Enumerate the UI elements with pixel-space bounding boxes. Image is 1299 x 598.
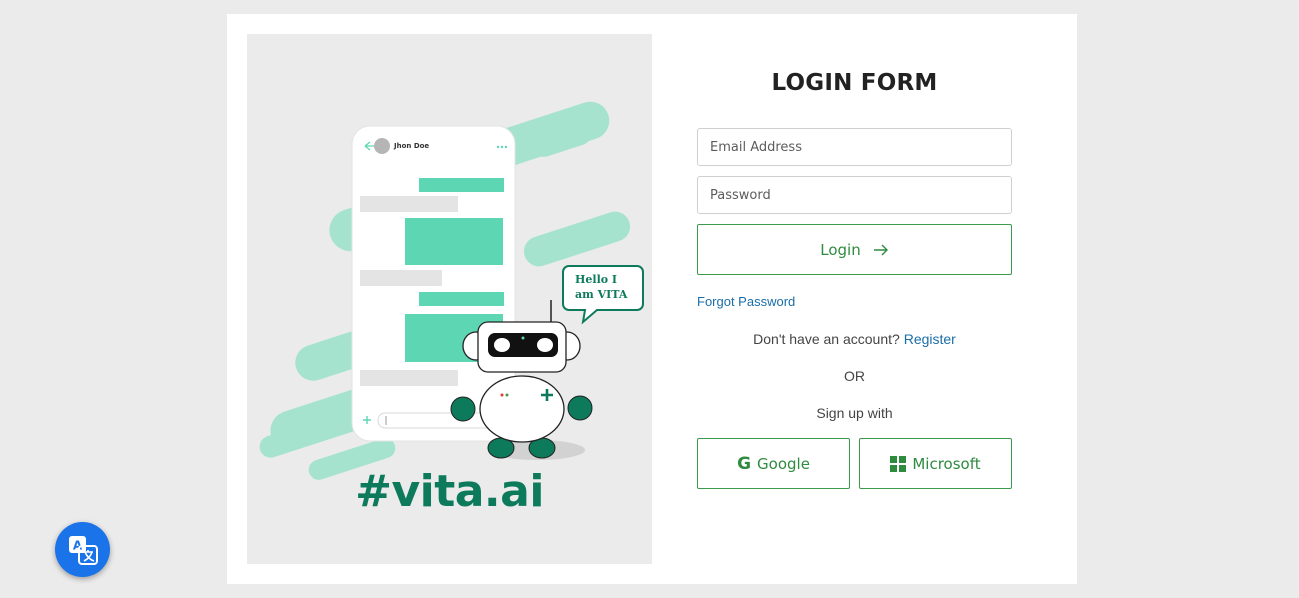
forgot-password-link[interactable]: Forgot Password	[697, 294, 795, 309]
login-button[interactable]: Login	[697, 224, 1012, 275]
google-signup-button[interactable]: G Google	[697, 438, 850, 489]
no-account-text: Don't have an account?	[753, 331, 900, 347]
login-card: Jhon Doe Hello I am VITA #vita.ai LOGIN …	[227, 14, 1077, 584]
microsoft-label: Microsoft	[912, 454, 981, 473]
microsoft-signup-button[interactable]: Microsoft	[859, 438, 1012, 489]
arrow-right-icon	[873, 244, 888, 255]
login-form: LOGIN FORM Login Forgot Password Don't h…	[697, 14, 1012, 584]
form-title: LOGIN FORM	[771, 70, 938, 96]
register-prompt: Don't have an account? Register	[697, 331, 1012, 347]
or-divider: OR	[844, 368, 865, 384]
translate-button[interactable]: A	[55, 522, 110, 577]
google-label: Google	[757, 454, 810, 473]
robot-speech-text: Hello I am VITA	[575, 273, 628, 301]
vita-illustration: Jhon Doe Hello I am VITA #vita.ai	[247, 34, 652, 564]
email-field[interactable]	[697, 128, 1012, 166]
register-link[interactable]: Register	[904, 331, 956, 347]
phone-contact-name: Jhon Doe	[394, 142, 430, 150]
signup-with-text: Sign up with	[816, 405, 893, 421]
microsoft-icon	[890, 455, 907, 472]
login-button-label: Login	[820, 240, 861, 259]
brand-hashtag: #vita.ai	[355, 466, 544, 517]
translate-icon: A	[68, 535, 98, 565]
google-icon: G	[737, 453, 752, 474]
password-field[interactable]	[697, 176, 1012, 214]
